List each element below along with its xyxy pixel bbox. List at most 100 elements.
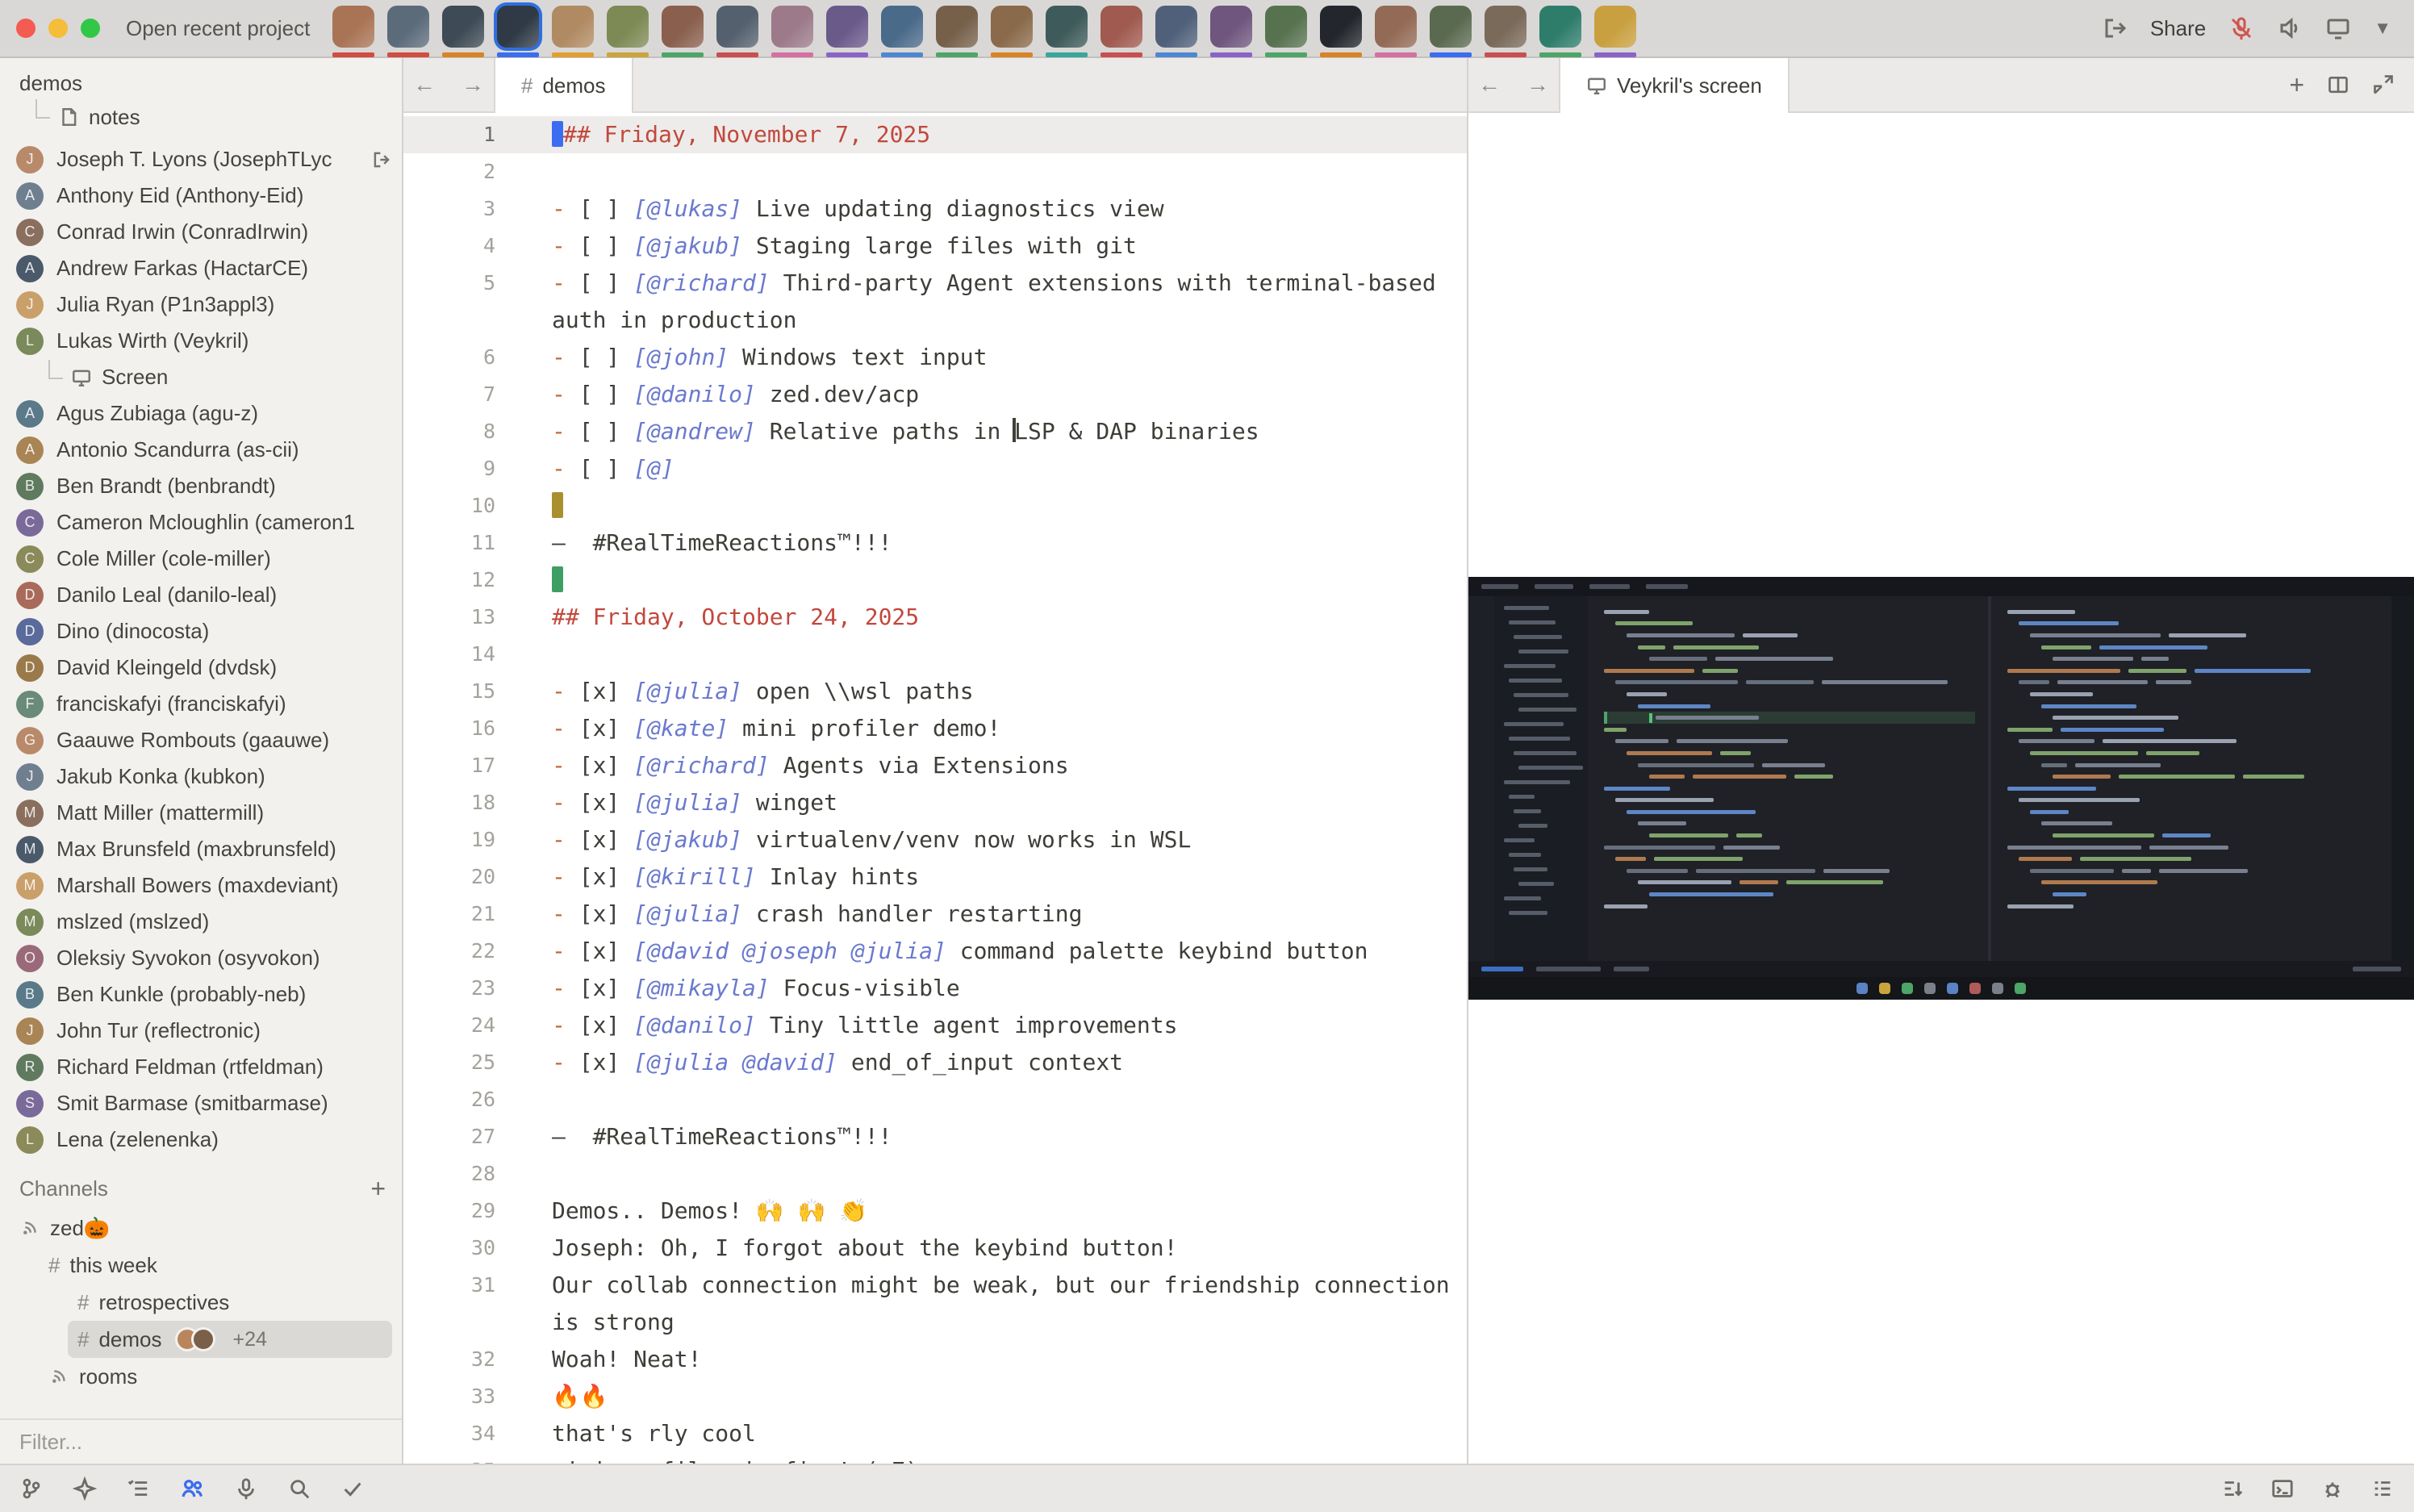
collaborator-avatar[interactable]	[936, 0, 978, 57]
editor-line[interactable]: 34that's rly cool	[403, 1415, 1467, 1452]
sidebar-person[interactable]: AAgus Zubiaga (agu-z)	[0, 395, 402, 432]
collaborator-avatar[interactable]	[1375, 0, 1417, 57]
sidebar-person[interactable]: CCole Miller (cole-miller)	[0, 541, 402, 577]
editor-line[interactable]: 11— #RealTimeReactions™!!!	[403, 524, 1467, 562]
editor-line[interactable]: 26	[403, 1081, 1467, 1118]
split-pane-icon[interactable]	[2327, 73, 2349, 96]
sidebar-person[interactable]: MMatt Miller (mattermill)	[0, 795, 402, 831]
nav-forward-button[interactable]: →	[1526, 72, 1549, 98]
collaborator-avatar[interactable]	[1539, 0, 1581, 57]
collaborator-avatar[interactable]	[387, 0, 429, 57]
editor-line[interactable]: 30Joseph: Oh, I forgot about the keybind…	[403, 1230, 1467, 1267]
expand-pane-icon[interactable]	[2372, 73, 2395, 96]
editor-line[interactable]: 31Our collab connection might be weak, b…	[403, 1267, 1467, 1341]
collaborator-avatar[interactable]	[662, 0, 704, 57]
speaker-icon[interactable]	[2277, 15, 2303, 41]
channel-item-this-week[interactable]: #this week	[39, 1247, 392, 1284]
editor-line[interactable]: 3- [ ] [@lukas] Live updating diagnostic…	[403, 190, 1467, 228]
sidebar-person[interactable]: AAnthony Eid (Anthony-Eid)	[0, 178, 402, 214]
zoom-window-button[interactable]	[81, 19, 100, 38]
screen-share-video[interactable]	[1468, 577, 2414, 1000]
collaborator-avatar[interactable]	[1265, 0, 1307, 57]
sidebar-person[interactable]: SSmit Barmase (smitbarmase)	[0, 1085, 402, 1121]
close-window-button[interactable]	[16, 19, 36, 38]
editor-line[interactable]: 24- [x] [@danilo] Tiny little agent impr…	[403, 1007, 1467, 1044]
collaborator-avatar[interactable]	[332, 0, 374, 57]
minimize-window-button[interactable]	[48, 19, 68, 38]
search-icon[interactable]	[287, 1476, 311, 1501]
editor-line[interactable]: 33🔥🔥	[403, 1378, 1467, 1415]
collaborator-avatar[interactable]	[771, 0, 813, 57]
nav-back-button[interactable]: ←	[413, 72, 436, 98]
mic-icon[interactable]	[234, 1476, 258, 1501]
sidebar-person[interactable]: Mmslzed (mslzed)	[0, 904, 402, 940]
assistant-icon[interactable]	[73, 1476, 97, 1501]
tab-demos[interactable]: # demos	[494, 58, 633, 113]
editor-line[interactable]: 22- [x] [@david @joseph @julia] command …	[403, 933, 1467, 970]
screen-share-icon[interactable]	[2325, 15, 2351, 41]
editor-line[interactable]: 19- [x] [@jakub] virtualenv/venv now wor…	[403, 821, 1467, 858]
channel-item-zed[interactable]: zed 🎃	[10, 1209, 392, 1247]
sidebar-person[interactable]: MMarshall Bowers (maxdeviant)	[0, 867, 402, 904]
project-name[interactable]: demos	[0, 58, 402, 99]
editor-line[interactable]: 15- [x] [@julia] open \\wsl paths	[403, 673, 1467, 710]
screen-share-item[interactable]: Screen	[0, 359, 402, 395]
sidebar-person[interactable]: JJulia Ryan (P1n3appl3)	[0, 286, 402, 323]
sidebar-person[interactable]: JJakub Konka (kubkon)	[0, 758, 402, 795]
editor-line[interactable]: 14	[403, 636, 1467, 673]
collaborator-avatar[interactable]	[1430, 0, 1472, 57]
editor-line[interactable]: 1## Friday, November 7, 2025	[403, 116, 1467, 153]
add-channel-button[interactable]: +	[370, 1176, 386, 1201]
editor-line[interactable]: 21- [x] [@julia] crash handler restartin…	[403, 896, 1467, 933]
collaborator-avatar[interactable]	[552, 0, 594, 57]
sidebar-person[interactable]: LLukas Wirth (Veykril)	[0, 323, 402, 359]
collaborator-avatar[interactable]	[1594, 0, 1636, 57]
collaborator-avatar[interactable]	[1320, 0, 1362, 57]
sidebar-item-notes[interactable]: notes	[0, 99, 402, 135]
collaborator-avatar[interactable]	[442, 0, 484, 57]
editor-line[interactable]: 13## Friday, October 24, 2025	[403, 599, 1467, 636]
editor-line[interactable]: 5- [ ] [@richard] Third-party Agent exte…	[403, 265, 1467, 339]
new-tab-button[interactable]: +	[2289, 70, 2304, 100]
channel-item-demos[interactable]: #demos+24	[68, 1321, 392, 1358]
channel-item-retrospectives[interactable]: #retrospectives	[68, 1284, 392, 1321]
editor-line[interactable]: 18- [x] [@julia] winget	[403, 784, 1467, 821]
collaborator-avatar[interactable]	[1046, 0, 1088, 57]
version-control-icon[interactable]	[19, 1476, 44, 1501]
collaborator-avatar[interactable]	[1100, 0, 1142, 57]
sidebar-person[interactable]: MMax Brunsfeld (maxbrunsfeld)	[0, 831, 402, 867]
sidebar-person[interactable]: BBen Brandt (benbrandt)	[0, 468, 402, 504]
editor-line[interactable]: 32Woah! Neat!	[403, 1341, 1467, 1378]
sidebar-person[interactable]: RRichard Feldman (rtfeldman)	[0, 1049, 402, 1085]
sidebar-person[interactable]: DDanilo Leal (danilo-leal)	[0, 577, 402, 613]
mic-muted-icon[interactable]	[2228, 15, 2254, 41]
editor-line[interactable]: 27— #RealTimeReactions™!!!	[403, 1118, 1467, 1155]
editor-line[interactable]: 2	[403, 153, 1467, 190]
sidebar-person[interactable]: AAntonio Scandurra (as-cii)	[0, 432, 402, 468]
collaborator-avatar[interactable]	[991, 0, 1033, 57]
editor-line[interactable]: 25- [x] [@julia @david] end_of_input con…	[403, 1044, 1467, 1081]
outline-panel-icon[interactable]	[2370, 1476, 2395, 1501]
tasks-icon[interactable]	[126, 1476, 150, 1501]
collaborator-avatar[interactable]	[607, 0, 649, 57]
terminal-panel-icon[interactable]	[2270, 1476, 2295, 1501]
collaborator-avatar[interactable]	[497, 0, 539, 57]
nav-back-button[interactable]: ←	[1478, 72, 1501, 98]
editor-line[interactable]: 10	[403, 487, 1467, 524]
leave-call-icon[interactable]	[2102, 15, 2128, 41]
editor-line[interactable]: 23- [x] [@mikayla] Focus-visible	[403, 970, 1467, 1007]
editor-line[interactable]: 12	[403, 562, 1467, 599]
tab-veykril-screen[interactable]: Veykril's screen	[1559, 58, 1790, 113]
editor-line[interactable]: 6- [ ] [@john] Windows text input	[403, 339, 1467, 376]
collaborator-avatar[interactable]	[1485, 0, 1526, 57]
editor-line[interactable]: 35mini profiler is fire! (+7)	[403, 1452, 1467, 1464]
diagnostics-check-icon[interactable]	[340, 1476, 365, 1501]
editor-line[interactable]: 17- [x] [@richard] Agents via Extensions	[403, 747, 1467, 784]
debugger-icon[interactable]	[2320, 1476, 2345, 1501]
collaborator-avatar[interactable]	[1210, 0, 1252, 57]
sidebar-person[interactable]: DDavid Kleingeld (dvdsk)	[0, 649, 402, 686]
editor-line[interactable]: 28	[403, 1155, 1467, 1192]
sort-lines-icon[interactable]	[2220, 1476, 2245, 1501]
collaborator-avatar[interactable]	[826, 0, 868, 57]
sidebar-person[interactable]: LLena (zelenenka)	[0, 1121, 402, 1158]
